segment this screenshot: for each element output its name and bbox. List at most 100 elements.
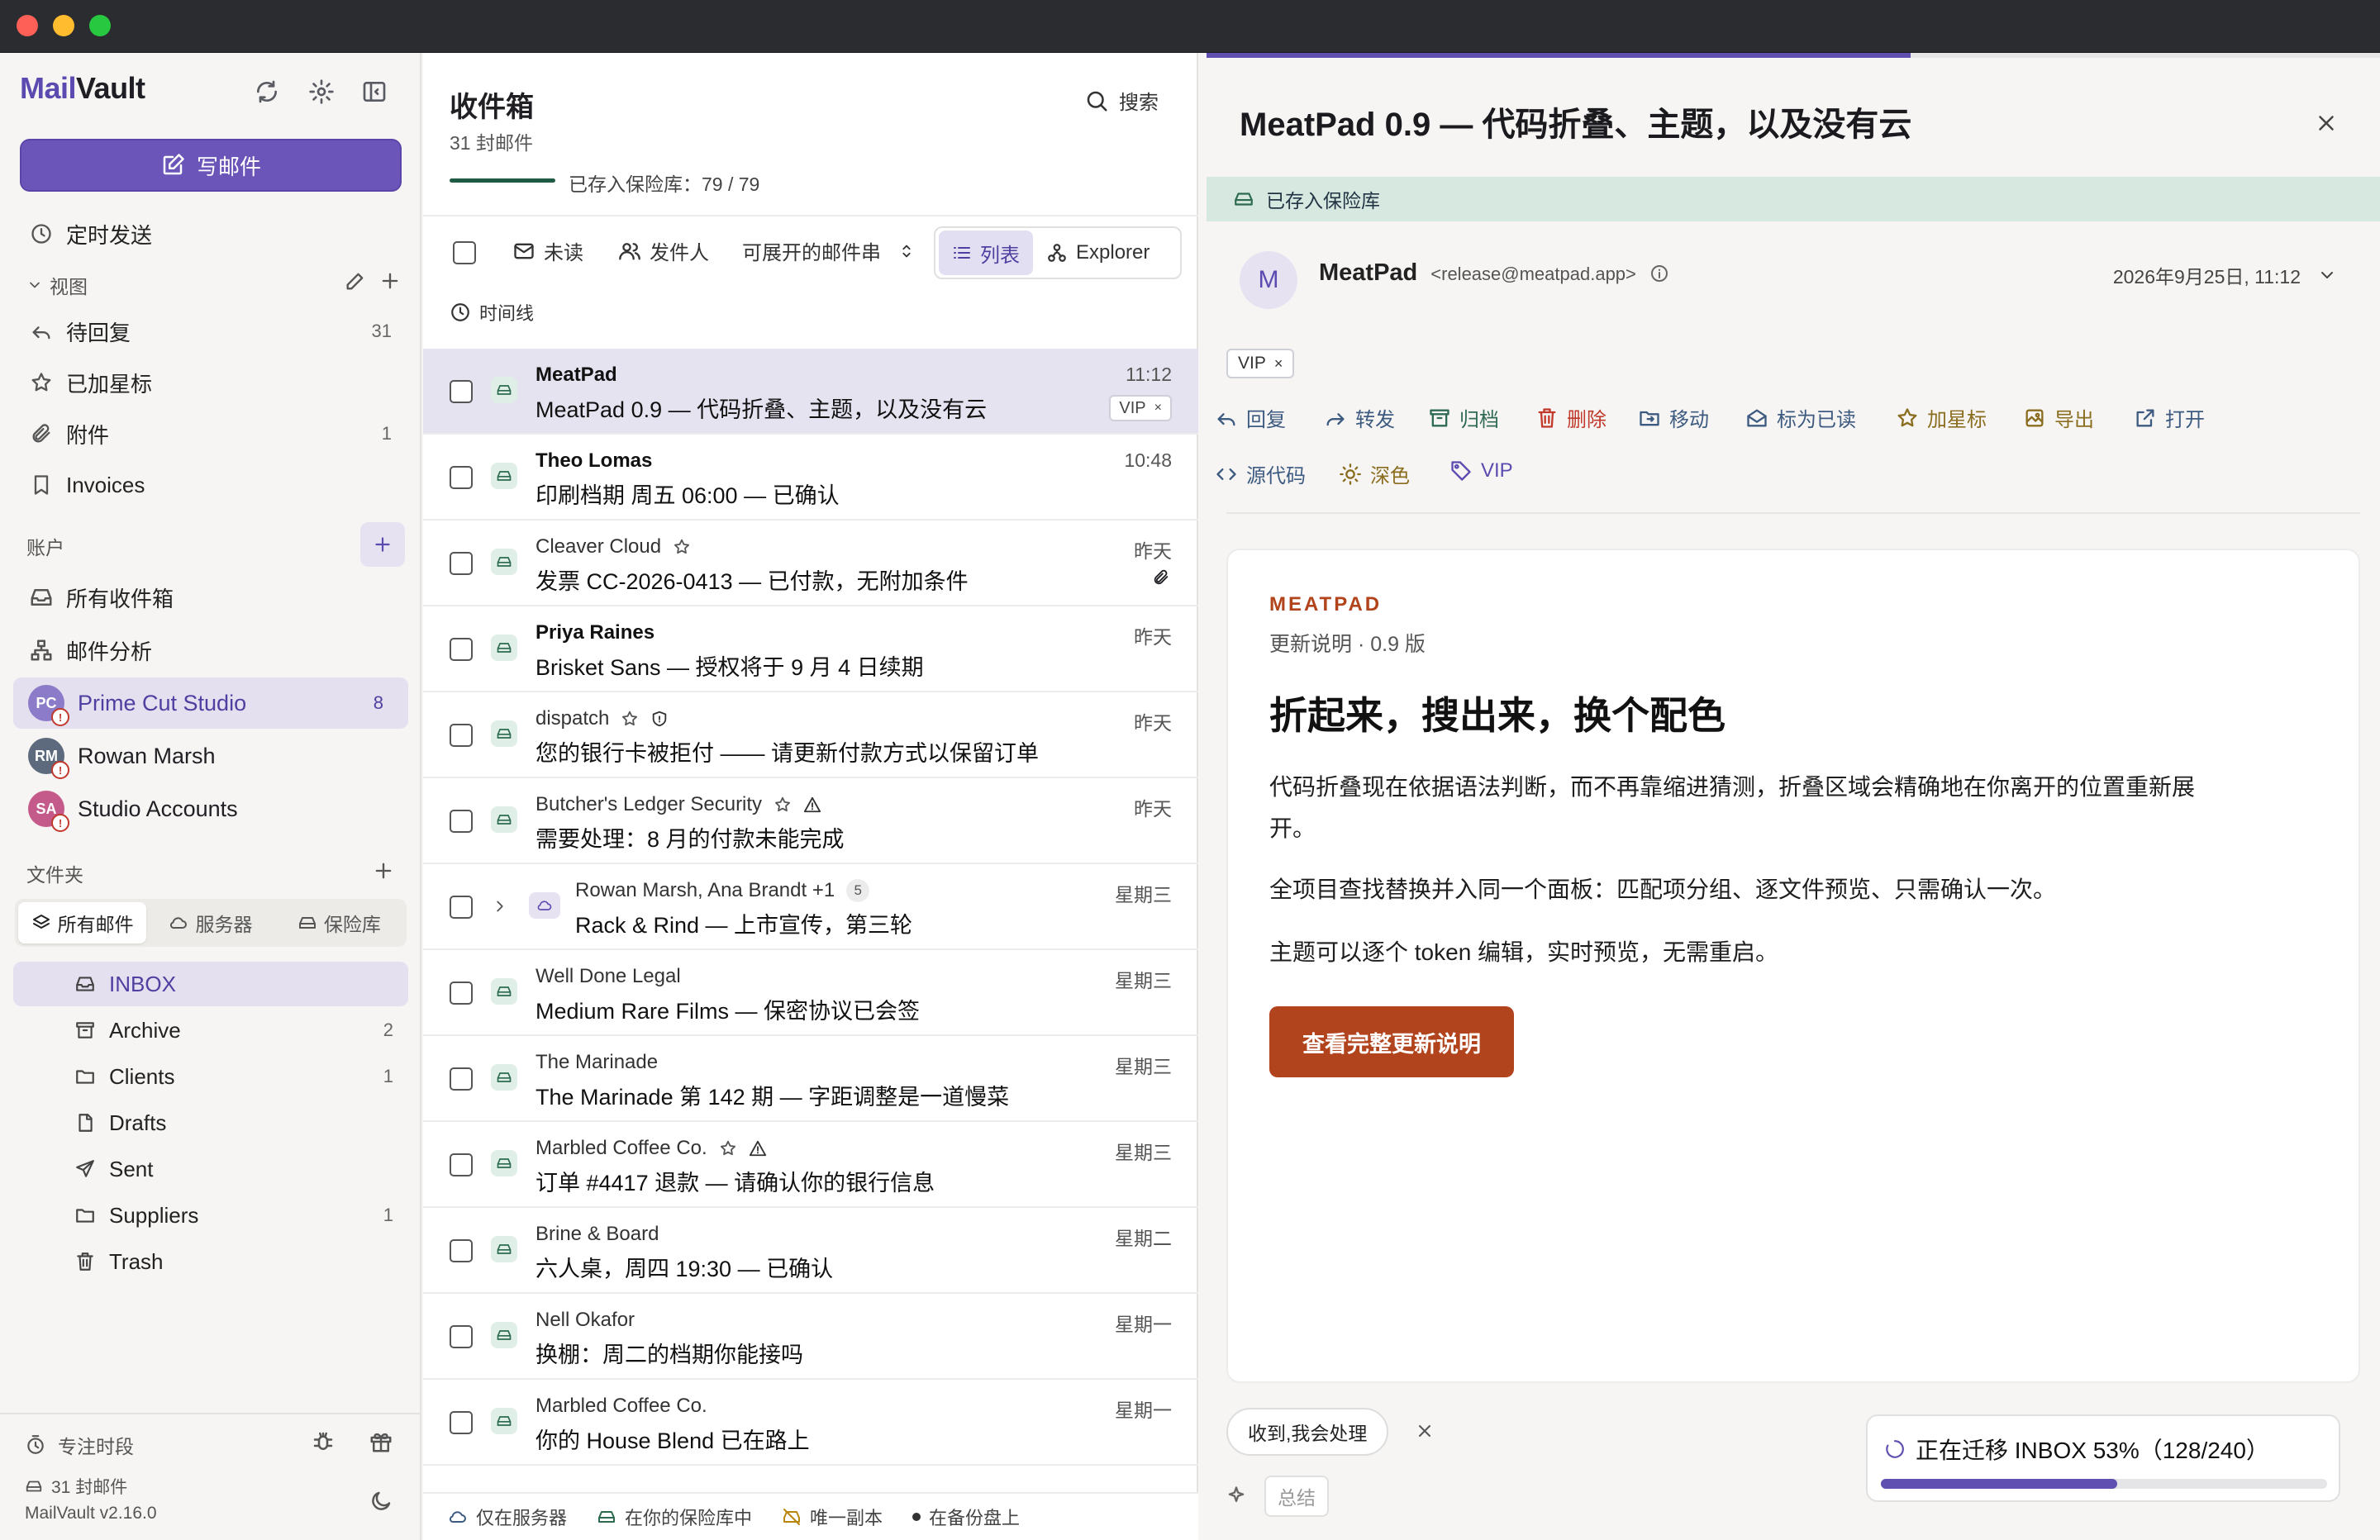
close-icon[interactable] — [2312, 109, 2340, 137]
row-checkbox[interactable] — [450, 552, 473, 575]
account-rowan-marsh[interactable]: RM! Rowan Marsh — [13, 730, 408, 782]
star-icon[interactable] — [673, 538, 691, 556]
nav-view-attachments[interactable]: 附件 1 — [13, 411, 408, 456]
folder-trash[interactable]: Trash — [13, 1239, 408, 1284]
row-checkbox[interactable] — [450, 638, 473, 661]
account-studio-accounts[interactable]: SA! Studio Accounts — [13, 783, 408, 834]
chevron-updown-icon — [897, 242, 916, 260]
table-row[interactable]: Priya Raines Brisket Sans — 授权将于 9 月 4 日续… — [423, 606, 1198, 692]
row-checkbox[interactable] — [450, 724, 473, 747]
timeline-toggle[interactable]: 时间线 — [450, 299, 534, 326]
thread-mode-select[interactable]: 可展开的邮件串 — [742, 236, 916, 265]
gear-icon[interactable] — [307, 78, 336, 106]
folder-suppliers[interactable]: Suppliers 1 — [13, 1193, 408, 1238]
nav-view-pending-reply[interactable]: 待回复 31 — [13, 309, 408, 354]
folder-drafts[interactable]: Drafts — [13, 1100, 408, 1145]
chevron-down-icon[interactable] — [2317, 265, 2337, 285]
row-checkbox[interactable] — [450, 1325, 473, 1348]
action-export[interactable]: 导出 — [2023, 403, 2094, 432]
action-reply[interactable]: 回复 — [1215, 403, 1286, 432]
release-notes-button[interactable]: 查看完整更新说明 — [1269, 1006, 1514, 1077]
summarize-button[interactable]: 总结 — [1264, 1476, 1329, 1517]
account-prime-cut-studio[interactable]: PC! Prime Cut Studio 8 — [13, 677, 408, 729]
select-all-checkbox[interactable] — [453, 241, 476, 264]
edit-views-icon[interactable] — [344, 269, 367, 292]
compose-button[interactable]: 写邮件 — [20, 139, 402, 192]
nav-all-inboxes[interactable]: 所有收件箱 — [13, 575, 408, 620]
tab-server[interactable]: 服务器 — [146, 902, 274, 943]
table-row[interactable]: Marbled Coffee Co. 你的 House Blend 已在路上 星期一 — [423, 1380, 1198, 1466]
row-checkbox[interactable] — [450, 1153, 473, 1176]
collapse-sidebar-icon[interactable] — [360, 78, 388, 106]
minimize-window-button[interactable] — [53, 15, 74, 36]
action-external[interactable]: 打开 — [2134, 403, 2205, 432]
folder-archive[interactable]: Archive 2 — [13, 1008, 408, 1053]
row-checkbox[interactable] — [450, 466, 473, 489]
star-icon[interactable] — [719, 1139, 737, 1157]
quick-reply-chip[interactable]: 收到,我会处理 — [1226, 1408, 1389, 1456]
action-forward[interactable]: 转发 — [1324, 403, 1395, 432]
nav-mail-analytics[interactable]: 邮件分析 — [13, 628, 408, 673]
tab-all-mail[interactable]: 所有邮件 — [18, 902, 147, 943]
add-folder-icon[interactable] — [372, 859, 395, 882]
table-row[interactable]: Theo Lomas 印刷档期 周五 06:00 — 已确认 10:48 — [423, 435, 1198, 520]
folder-sent[interactable]: Sent — [13, 1147, 408, 1191]
nav-view-starred[interactable]: 已加星标 — [13, 360, 408, 405]
row-subject: 你的 House Blend 已在路上 — [536, 1428, 810, 1453]
search-button[interactable]: 搜索 — [1084, 86, 1159, 115]
table-row[interactable]: Marbled Coffee Co. 订单 #4417 退款 — 请确认你的银行信… — [423, 1122, 1198, 1208]
table-row[interactable]: Butcher's Ledger Security 需要处理：8 月的付款未能完成… — [423, 778, 1198, 864]
table-row[interactable]: The Marinade The Marinade 第 142 期 — 字距调整是… — [423, 1036, 1198, 1122]
view-list-button[interactable]: 列表 — [939, 231, 1033, 275]
zoom-window-button[interactable] — [89, 15, 111, 36]
folder-inbox[interactable]: INBOX — [13, 962, 408, 1006]
action-move[interactable]: 移动 — [1638, 403, 1709, 432]
row-checkbox[interactable] — [450, 982, 473, 1005]
filter-unread[interactable]: 未读 — [512, 236, 583, 265]
dismiss-quick-reply-icon[interactable] — [1413, 1419, 1436, 1443]
focus-mode-button[interactable]: 专注时段 — [25, 1431, 134, 1459]
refresh-icon[interactable] — [253, 78, 281, 106]
filter-sender[interactable]: 发件人 — [618, 236, 709, 265]
nav-view-invoices[interactable]: Invoices — [13, 463, 408, 507]
row-checkbox[interactable] — [450, 1239, 473, 1262]
action-archive[interactable]: 归档 — [1428, 403, 1499, 432]
folder-clients[interactable]: Clients 1 — [13, 1054, 408, 1099]
table-row[interactable]: Cleaver Cloud 发票 CC-2026-0413 — 已付款，无附加条件… — [423, 520, 1198, 606]
row-checkbox[interactable] — [450, 810, 473, 833]
add-view-icon[interactable] — [378, 269, 402, 292]
views-section-header[interactable]: 视图 — [26, 271, 88, 299]
action-star[interactable]: 加星标 — [1896, 403, 1987, 432]
table-row[interactable]: Well Done Legal Medium Rare Films — 保密协议已… — [423, 950, 1198, 1036]
vault-icon — [491, 720, 517, 747]
tab-vault[interactable]: 保险库 — [275, 902, 403, 943]
action-tag[interactable]: VIP — [1449, 459, 1513, 482]
bug-icon[interactable] — [311, 1429, 336, 1454]
table-row[interactable]: Nell Okafor 换棚：周二的档期你能接吗 星期一 — [423, 1294, 1198, 1380]
row-checkbox[interactable] — [450, 896, 473, 919]
action-sun[interactable]: 深色 — [1339, 459, 1410, 488]
table-row[interactable]: Rowan Marsh, Ana Brandt +1 5 Rack & Rind —… — [423, 864, 1198, 950]
row-checkbox[interactable] — [450, 380, 473, 403]
add-account-button[interactable] — [360, 522, 405, 567]
action-trash[interactable]: 删除 — [1535, 403, 1606, 432]
moon-icon[interactable] — [369, 1489, 393, 1514]
close-window-button[interactable] — [17, 15, 38, 36]
action-code[interactable]: 源代码 — [1215, 459, 1306, 488]
row-checkbox[interactable] — [450, 1067, 473, 1091]
table-row[interactable]: dispatch 您的银行卡被拒付 —— 请更新付款方式以保留订单 昨天 — [423, 692, 1198, 778]
nav-scheduled[interactable]: 定时发送 — [13, 212, 408, 256]
action-mail-open[interactable]: 标为已读 — [1745, 403, 1856, 432]
view-explorer-button[interactable]: Explorer — [1033, 231, 1163, 275]
gift-icon[interactable] — [369, 1429, 393, 1454]
table-row[interactable]: Brine & Board 六人桌，周四 19:30 — 已确认 星期二 — [423, 1208, 1198, 1294]
star-icon[interactable] — [774, 796, 792, 814]
row-checkbox[interactable] — [450, 1411, 473, 1434]
sender-info[interactable]: MeatPad <release@meatpad.app> — [1319, 259, 1669, 287]
chevron-right-icon[interactable] — [491, 897, 509, 915]
table-row[interactable]: MeatPad MeatPad 0.9 — 代码折叠、主题，以及没有云 11:12 V… — [423, 349, 1198, 435]
vip-tag[interactable]: VIP × — [1109, 395, 1172, 421]
star-icon[interactable] — [621, 710, 639, 728]
warning-icon — [749, 1139, 767, 1157]
vip-tag[interactable]: VIP × — [1226, 349, 1295, 378]
